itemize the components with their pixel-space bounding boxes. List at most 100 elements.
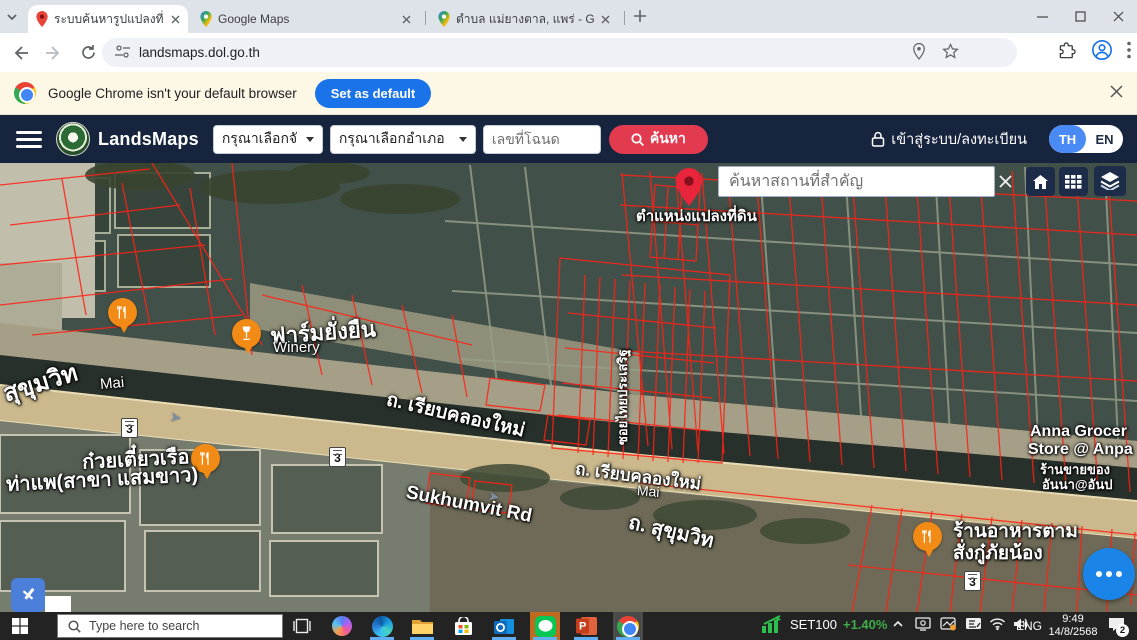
district-select-value: กรุณาเลือกอำเภอ	[339, 128, 445, 150]
default-browser-banner: Google Chrome isn't your default browser…	[0, 72, 1137, 115]
login-label: เข้าสู่ระบบ/ลงทะเบียน	[891, 128, 1027, 151]
tab-title: Google Maps	[218, 12, 289, 26]
task-view-button[interactable]	[290, 614, 314, 638]
lang-en-button[interactable]: EN	[1086, 125, 1123, 153]
tab-close-icon[interactable]	[170, 11, 180, 27]
tab-landsmaps[interactable]: ระบบค้นหารูปแปลงที่ดิน (LandsMa	[28, 5, 188, 33]
maps-pin-favicon	[200, 11, 212, 27]
tab-search-chevron-icon[interactable]	[4, 9, 20, 25]
minimize-icon[interactable]	[1023, 0, 1061, 33]
address-bar[interactable]: landsmaps.dol.go.th	[102, 38, 1017, 67]
restaurant-poi-icon[interactable]	[913, 522, 942, 551]
chrome-icon	[617, 616, 639, 637]
satellite-map[interactable]: ตำแหน่งแปลงที่ดิน ฟาร์มยั่งยืน Winery สุ…	[0, 163, 1137, 612]
wifi-icon[interactable]	[989, 617, 1006, 635]
input-language-icon[interactable]	[965, 617, 982, 635]
tab-google-maps[interactable]: Google Maps	[192, 5, 420, 33]
tab-close-icon[interactable]	[398, 11, 414, 27]
parcel-marker-label: ตำแหน่งแปลงที่ดิน	[636, 204, 757, 228]
taskbar-search-placeholder: Type here to search	[89, 619, 199, 633]
show-hidden-icons-chevron[interactable]	[892, 617, 904, 635]
stock-ticker[interactable]: SET100 +1.40%	[762, 615, 887, 633]
new-tab-icon[interactable]	[632, 8, 648, 29]
search-button[interactable]: ค้นหา	[609, 125, 708, 154]
site-info-icon[interactable]	[114, 44, 131, 62]
district-select[interactable]: กรุณาเลือกอำเภอ	[330, 125, 476, 154]
taskbar-search-box[interactable]: Type here to search	[57, 614, 283, 638]
poi-label-food-shop-2: สั่งกู๋ภัยน้อง	[953, 538, 1043, 568]
banner-close-icon[interactable]	[1110, 85, 1123, 103]
winery-label-en: Winery	[273, 339, 320, 356]
home-button[interactable]	[1026, 167, 1055, 196]
route-3-shield: 3	[964, 571, 981, 591]
keyboard-language-label[interactable]: ENG	[1016, 619, 1042, 633]
action-center-button[interactable]: 2	[1108, 616, 1125, 637]
layers-button[interactable]	[1094, 166, 1126, 196]
date-label: 14/8/2568	[1040, 626, 1106, 639]
stock-chart-icon	[762, 615, 784, 633]
edge-icon	[372, 616, 393, 637]
tab-separator	[425, 11, 426, 25]
notification-badge: 2	[1116, 624, 1129, 637]
tab-close-icon[interactable]	[600, 11, 612, 27]
winery-poi-icon[interactable]	[232, 319, 261, 348]
powerpoint-app-button[interactable]: P	[574, 614, 598, 638]
lang-th-button[interactable]: TH	[1049, 125, 1086, 153]
chevron-down-icon	[306, 137, 314, 142]
lock-icon	[871, 131, 885, 147]
set-as-default-button[interactable]: Set as default	[315, 79, 432, 108]
line-icon	[535, 616, 556, 637]
deed-number-input[interactable]	[483, 125, 601, 154]
tab-separator	[624, 11, 625, 25]
maps-pin-favicon	[438, 11, 450, 27]
start-button[interactable]	[8, 614, 32, 638]
search-button-label: ค้นหา	[650, 128, 686, 150]
back-icon[interactable]	[6, 39, 34, 67]
chrome-logo-icon	[14, 82, 36, 104]
menu-hamburger-icon[interactable]	[16, 127, 42, 152]
location-icon[interactable]	[912, 43, 926, 63]
browser-tab-strip: ระบบค้นหารูปแปลงที่ดิน (LandsMa Google M…	[0, 0, 1137, 33]
red-pin-favicon	[36, 11, 48, 27]
close-window-icon[interactable]	[1099, 0, 1137, 33]
windows-taskbar: Type here to search P	[0, 612, 1137, 640]
wireless-display-icon[interactable]	[915, 617, 931, 636]
home-icon	[1032, 174, 1049, 190]
screen-notification-icon[interactable]	[940, 617, 957, 636]
tab-tambon-maps[interactable]: ตำบล แม่ยางตาล, แพร่ - Google M	[430, 5, 620, 33]
copilot-icon	[332, 616, 352, 636]
restaurant-poi-icon[interactable]	[108, 298, 137, 327]
measure-tools-button[interactable]	[11, 578, 45, 612]
road-label-mai-right: Mai	[636, 482, 660, 500]
maximize-icon[interactable]	[1061, 0, 1099, 33]
menu-dots-icon[interactable]	[1127, 41, 1131, 64]
map-search-clear-icon[interactable]	[995, 171, 1015, 191]
search-icon	[68, 620, 81, 633]
taskbar-clock[interactable]: 9:49 14/8/2568	[1040, 613, 1106, 639]
more-options-fab[interactable]	[1083, 548, 1135, 600]
line-app-button[interactable]	[533, 614, 557, 638]
forward-icon[interactable]	[40, 39, 68, 67]
outlook-app-button[interactable]	[492, 614, 516, 638]
poi-label-anna-1: Anna Grocer	[1030, 423, 1127, 441]
route-3-shield: 3	[329, 447, 346, 467]
chrome-app-button[interactable]	[616, 614, 640, 638]
task-view-icon	[293, 618, 311, 634]
file-explorer-button[interactable]	[410, 614, 434, 638]
ms-store-button[interactable]	[451, 614, 475, 638]
grid-button[interactable]	[1059, 167, 1088, 196]
road-arrow-icon: ➤	[169, 408, 183, 426]
edge-app-button[interactable]	[370, 614, 394, 638]
layers-icon	[1100, 172, 1120, 190]
extensions-icon[interactable]	[1058, 41, 1077, 65]
province-select[interactable]: กรุณาเลือกจังหวัด	[213, 125, 323, 154]
folder-icon	[412, 618, 433, 635]
reload-icon[interactable]	[74, 39, 102, 67]
copilot-app-button[interactable]	[330, 614, 354, 638]
map-place-search-input[interactable]	[718, 166, 995, 197]
login-register-link[interactable]: เข้าสู่ระบบ/ลงทะเบียน	[871, 128, 1027, 151]
bookmark-star-icon[interactable]	[942, 43, 959, 63]
profile-avatar-icon[interactable]	[1091, 39, 1113, 66]
tab-title: ตำบล แม่ยางตาล, แพร่ - Google M	[456, 10, 594, 29]
parcel-marker-pin[interactable]	[674, 168, 704, 206]
